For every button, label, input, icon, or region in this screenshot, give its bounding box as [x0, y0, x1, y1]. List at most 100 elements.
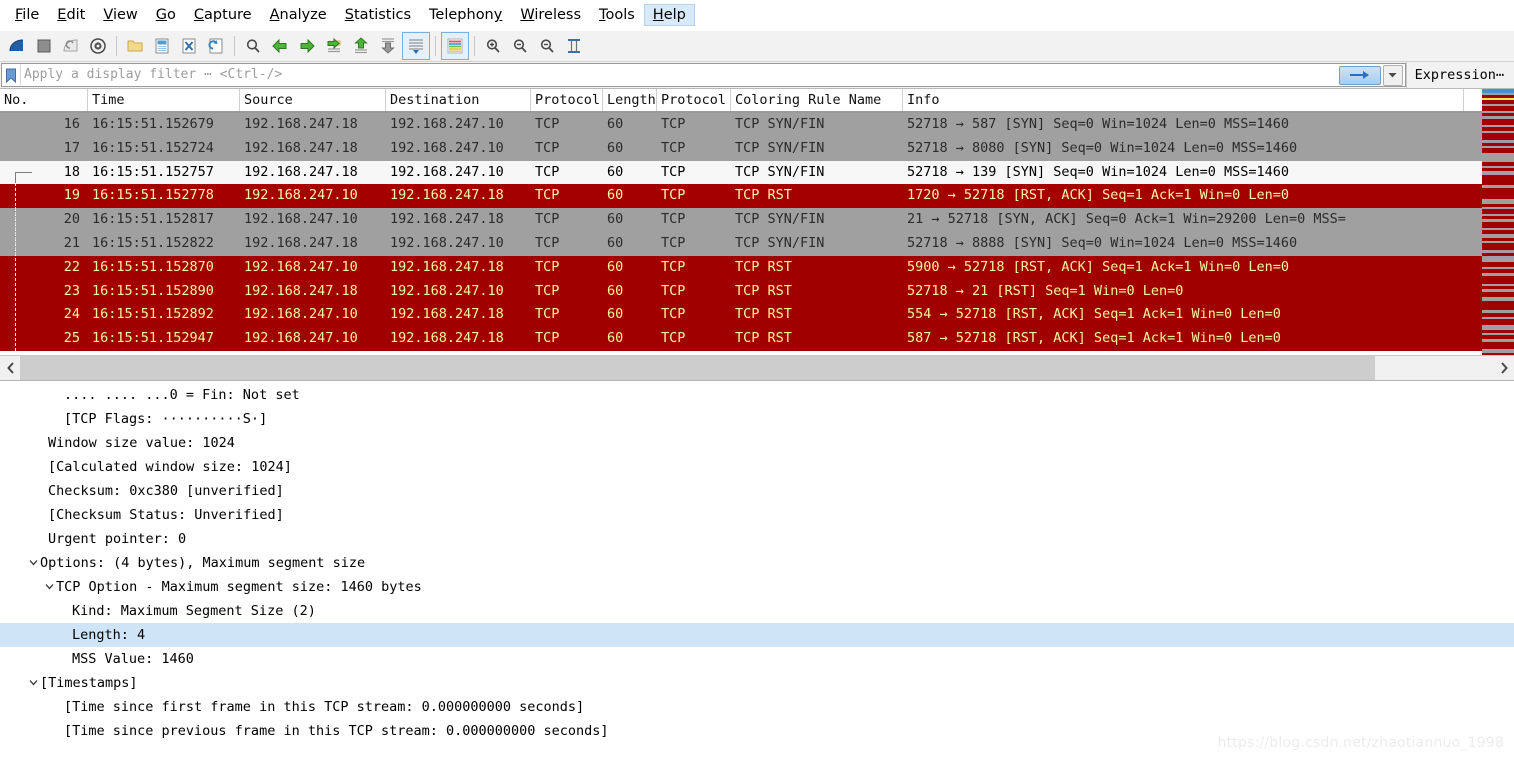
column-header-coloring[interactable]: Coloring Rule Name [731, 89, 903, 111]
table-row[interactable]: 18 16:15:51.152757 192.168.247.18 192.168.2… [0, 160, 1514, 185]
detail-line[interactable]: Kind: Maximum Segment Size (2) [0, 599, 1514, 623]
detail-line[interactable]: Options: (4 bytes), Maximum segment size [0, 551, 1514, 575]
column-header-proto2[interactable]: Protocol [657, 89, 731, 111]
column-header-src[interactable]: Source [240, 89, 386, 111]
display-filter-placeholder[interactable]: Apply a display filter ⋯ <Ctrl-/> [20, 65, 1339, 85]
menu-item-view[interactable]: View [94, 4, 146, 26]
cell-coloring: TCP RST [735, 187, 792, 204]
column-header-dst[interactable]: Destination [386, 89, 531, 111]
table-row[interactable]: 19 16:15:51.152778 192.168.247.10 192.168.2… [0, 184, 1514, 209]
packet-list-horizontal-scrollbar[interactable] [0, 355, 1514, 381]
cell-src: 192.168.247.18 [244, 116, 358, 132]
table-row[interactable]: 25 16:15:51.152947 192.168.247.10 192.168.2… [0, 327, 1514, 351]
detail-line[interactable]: Length: 4 [0, 623, 1514, 647]
display-filter-input[interactable]: Apply a display filter ⋯ <Ctrl-/> [1, 63, 1406, 87]
detail-line[interactable]: [Time since first frame in this TCP stre… [0, 695, 1514, 719]
menu-item-statistics[interactable]: Statistics [336, 4, 420, 26]
intelligent-scrollbar[interactable] [1482, 89, 1514, 355]
menu-item-help[interactable]: Help [643, 4, 695, 26]
cell-proto2: TCP [661, 306, 686, 323]
detail-line[interactable]: Checksum: 0xc380 [unverified] [0, 479, 1514, 503]
cell-info: 52718 → 139 [SYN] Seq=0 Win=1024 Len=0 M… [907, 163, 1290, 180]
detail-line[interactable]: [TCP Flags: ··········S·] [0, 407, 1514, 431]
cell-info: 21 → 52718 [SYN, ACK] Seq=0 Ack=1 Win=29… [907, 211, 1346, 228]
detail-line[interactable]: Window size value: 1024 [0, 431, 1514, 455]
table-row[interactable]: 21 16:15:51.152822 192.168.247.18 192.168.2… [0, 231, 1514, 256]
table-row[interactable]: 17 16:15:51.152724 192.168.247.18 192.168.2… [0, 136, 1514, 161]
menu-item-tools[interactable]: Tools [590, 4, 644, 26]
menu-item-edit[interactable]: Edit [48, 4, 94, 26]
detail-line-text: Checksum: 0xc380 [unverified] [48, 483, 284, 499]
find-packet-icon[interactable] [240, 33, 266, 59]
save-file-icon[interactable] [149, 33, 175, 59]
menu-item-file[interactable]: File [6, 4, 48, 26]
menu-item-capture[interactable]: Capture [185, 4, 261, 26]
hscroll-thumb[interactable] [20, 356, 1375, 380]
table-row[interactable]: 16 16:15:51.152679 192.168.247.18 192.168.2… [0, 113, 1514, 137]
resize-columns-icon[interactable] [561, 33, 587, 59]
chevron-down-icon[interactable] [26, 671, 40, 695]
auto-scroll-icon[interactable] [402, 32, 430, 60]
zoom-out-icon[interactable] [507, 33, 533, 59]
go-back-icon[interactable] [267, 33, 293, 59]
detail-line[interactable]: [Timestamps] [0, 671, 1514, 695]
expression-button[interactable]: Expression⋯ [1405, 62, 1514, 88]
menu-item-wireless[interactable]: Wireless [511, 4, 590, 26]
column-header-info[interactable]: Info [903, 89, 1464, 111]
detail-line-text: Urgent pointer: 0 [48, 531, 187, 547]
cell-length: 60 [607, 139, 624, 156]
table-row[interactable]: 23 16:15:51.152890 192.168.247.18 192.168.2… [0, 279, 1514, 304]
detail-line[interactable]: MSS Value: 1460 [0, 647, 1514, 671]
detail-line[interactable]: Urgent pointer: 0 [0, 527, 1514, 551]
menu-item-telephony[interactable]: Telephony [420, 4, 511, 26]
apply-filter-button[interactable] [1338, 65, 1381, 85]
zoom-in-icon[interactable] [480, 33, 506, 59]
go-forward-icon[interactable] [294, 33, 320, 59]
cell-dst: 192.168.247.10 [390, 163, 504, 180]
open-file-icon[interactable] [122, 33, 148, 59]
cell-src: 192.168.247.10 [244, 306, 358, 323]
cell-no: 25 [63, 330, 80, 347]
packet-details-pane[interactable]: .... .... ...0 = Fin: Not set [TCP Flags:… [0, 381, 1514, 757]
capture-options-icon[interactable] [85, 33, 111, 59]
go-first-packet-icon[interactable] [348, 33, 374, 59]
chevron-left-icon[interactable] [0, 356, 20, 380]
cell-length: 60 [607, 211, 624, 228]
colorize-packets-icon[interactable] [441, 32, 469, 60]
chevron-down-icon[interactable] [42, 575, 56, 599]
chevron-down-icon[interactable] [26, 551, 40, 575]
table-row[interactable]: 20 16:15:51.152817 192.168.247.10 192.168.2… [0, 208, 1514, 232]
reload-file-icon[interactable] [203, 33, 229, 59]
table-row[interactable]: 22 16:15:51.152870 192.168.247.10 192.168.2… [0, 255, 1514, 280]
close-file-icon[interactable] [176, 33, 202, 59]
table-row[interactable]: 24 16:15:51.152892 192.168.247.10 192.168.2… [0, 303, 1514, 328]
cell-proto2: TCP [661, 258, 686, 275]
go-last-packet-icon[interactable] [375, 33, 401, 59]
hscroll-track[interactable] [20, 356, 1494, 380]
bookmark-icon[interactable] [2, 65, 20, 85]
column-header-time[interactable]: Time [88, 89, 240, 111]
column-header-no[interactable]: No. [0, 89, 88, 111]
detail-line[interactable]: [Calculated window size: 1024] [0, 455, 1514, 479]
packet-list: No. Time Source Destination Protocol Length Pr… [0, 89, 1514, 355]
chevron-right-icon[interactable] [1494, 356, 1514, 380]
filter-dropdown-button[interactable] [1382, 64, 1403, 86]
toolbar-separator [234, 36, 235, 56]
menu-item-go[interactable]: Go [147, 4, 185, 26]
zoom-reset-icon[interactable] [534, 33, 560, 59]
detail-line[interactable]: TCP Option - Maximum segment size: 1460 … [0, 575, 1514, 599]
cell-dst: 192.168.247.18 [390, 306, 504, 323]
column-header-proto[interactable]: Protocol [531, 89, 603, 111]
cell-proto: TCP [535, 187, 560, 204]
menu-item-analyze[interactable]: Analyze [261, 4, 336, 26]
restart-capture-icon[interactable] [58, 33, 84, 59]
column-header-length[interactable]: Length [603, 89, 657, 111]
cell-length: 60 [607, 116, 624, 132]
start-capture-icon[interactable] [4, 33, 30, 59]
packet-list-header: No. Time Source Destination Protocol Length Pr… [0, 89, 1514, 113]
detail-line[interactable]: [Checksum Status: Unverified] [0, 503, 1514, 527]
stop-capture-icon[interactable] [31, 33, 57, 59]
go-to-packet-icon[interactable] [321, 33, 347, 59]
detail-line[interactable]: .... .... ...0 = Fin: Not set [0, 383, 1514, 407]
cell-src: 192.168.247.10 [244, 187, 358, 204]
